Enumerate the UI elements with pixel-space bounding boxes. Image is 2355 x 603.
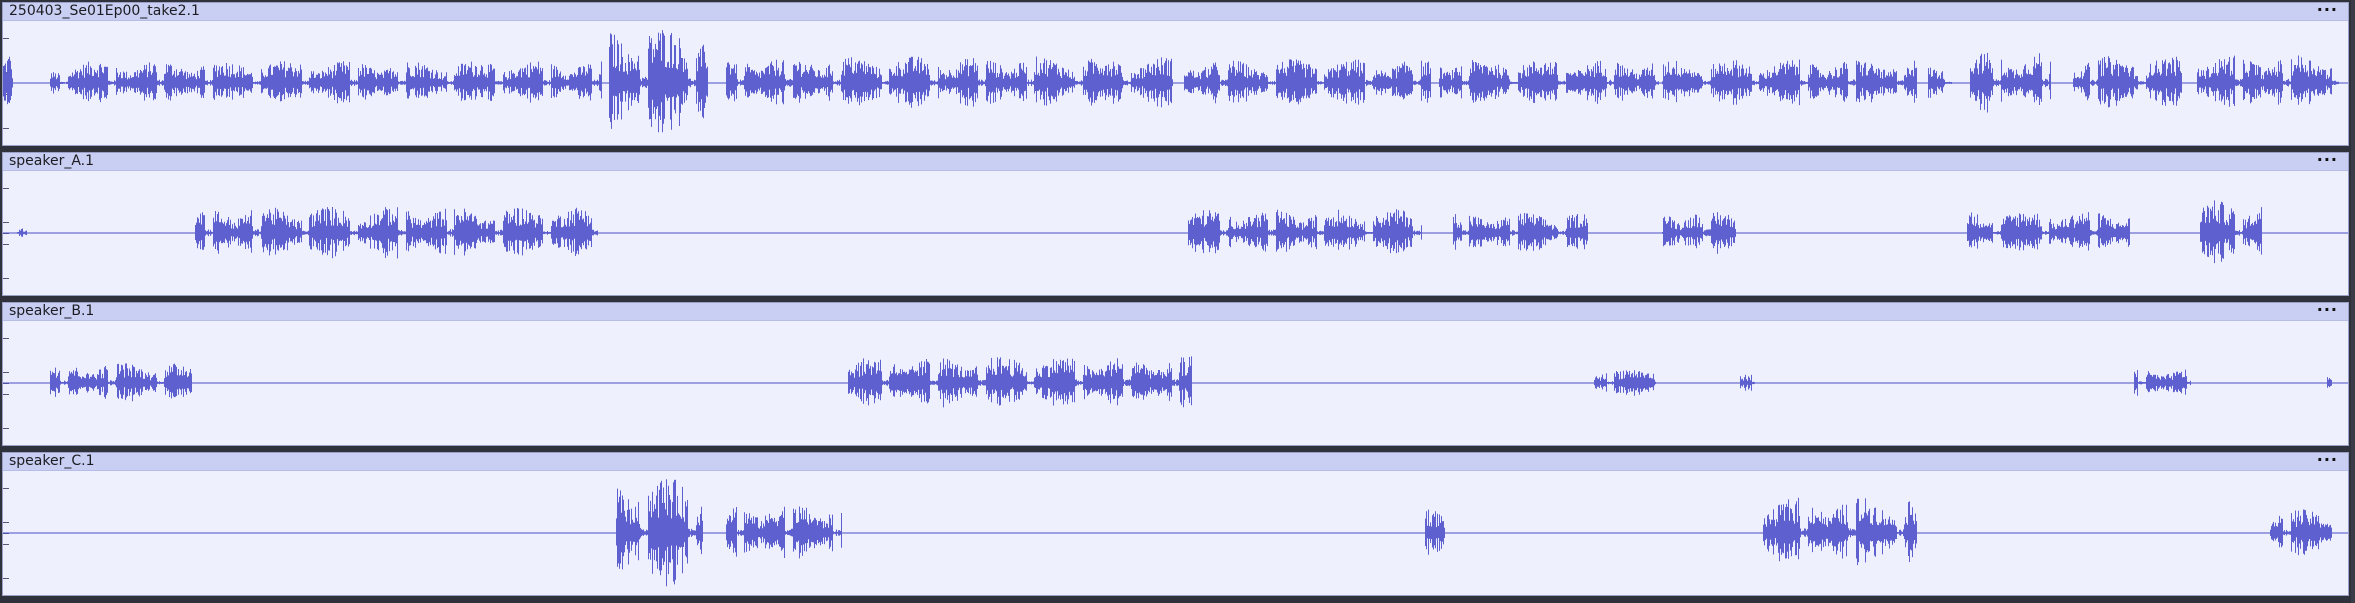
clip-name: speaker_C.1 — [9, 453, 95, 469]
waveform-path — [50, 356, 2332, 408]
ellipsis-icon[interactable]: ··· — [2317, 153, 2338, 169]
waveform — [3, 200, 2348, 264]
window-edge — [2351, 0, 2355, 603]
clip-name: 250403_Se01Ep00_take2.1 — [9, 3, 200, 19]
waveform — [3, 479, 2348, 587]
waveform-path — [17, 200, 2262, 264]
waveform-path — [3, 30, 2339, 133]
clip-name: speaker_A.1 — [9, 153, 95, 169]
track-list: 250403_Se01Ep00_take2.1 ··· speaker_A.1 … — [0, 0, 2355, 603]
waveform — [3, 356, 2348, 408]
clip-header[interactable]: speaker_A.1 ··· — [3, 153, 2348, 171]
audio-clip-speaker-a[interactable]: speaker_A.1 ··· — [2, 152, 2349, 296]
clip-header[interactable]: speaker_B.1 ··· — [3, 303, 2348, 321]
ellipsis-icon[interactable]: ··· — [2317, 303, 2338, 319]
audio-clip-speaker-c[interactable]: speaker_C.1 ··· — [2, 452, 2349, 596]
clip-header[interactable]: speaker_C.1 ··· — [3, 453, 2348, 471]
ellipsis-icon[interactable]: ··· — [2317, 453, 2338, 469]
audio-clip-main[interactable]: 250403_Se01Ep00_take2.1 ··· — [2, 2, 2349, 146]
clip-name: speaker_B.1 — [9, 303, 95, 319]
waveform — [3, 30, 2348, 133]
ellipsis-icon[interactable]: ··· — [2317, 3, 2338, 19]
audio-clip-speaker-b[interactable]: speaker_B.1 ··· — [2, 302, 2349, 446]
clip-header[interactable]: 250403_Se01Ep00_take2.1 ··· — [3, 3, 2348, 21]
